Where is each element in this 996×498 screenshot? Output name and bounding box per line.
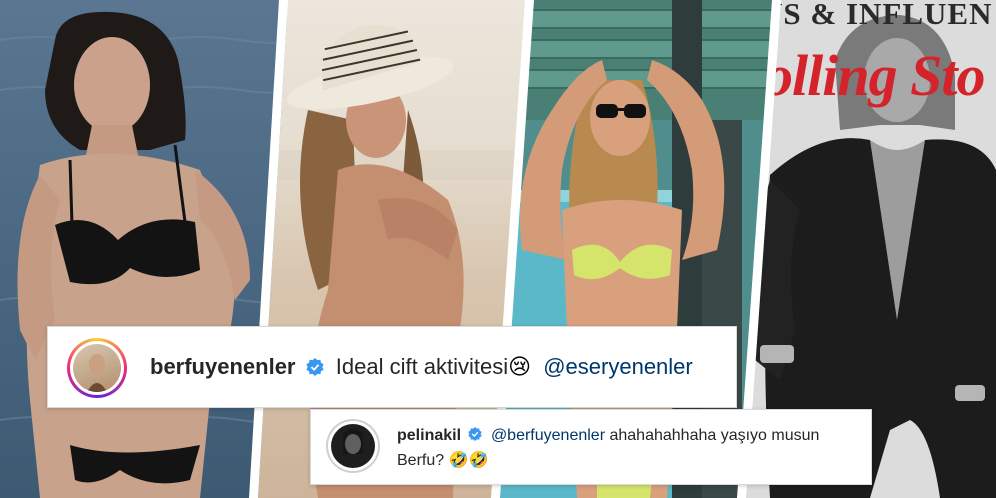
comment-emoji: 🤣🤣 [448, 450, 489, 469]
comment-username[interactable]: pelinakil [397, 427, 461, 444]
comment-card-berfuyenenler: berfuyenenler Ideal cift aktivitesi😢 @es… [47, 326, 737, 408]
comment-text: Ideal cift aktivitesi [335, 354, 509, 379]
avatar[interactable] [331, 424, 375, 468]
verified-badge-icon [305, 357, 324, 376]
verified-badge-icon [468, 427, 483, 442]
comment-emoji: 😢 [508, 355, 532, 380]
comment-text-line1: ahahahahhaha yaşıyo musun [609, 427, 820, 444]
comment-username[interactable]: berfuyenenler [150, 354, 296, 379]
comment-card-pelinakil: pelinakil @berfuyenenler ahahahahhaha ya… [310, 409, 872, 485]
divider-1 [249, 0, 288, 498]
comment-mention[interactable]: @berfuyenenler [491, 427, 605, 444]
comment-text-line2: Berfu? [397, 452, 445, 469]
avatar[interactable] [73, 344, 121, 392]
comment-mention[interactable]: @eseryenenler [543, 354, 693, 379]
